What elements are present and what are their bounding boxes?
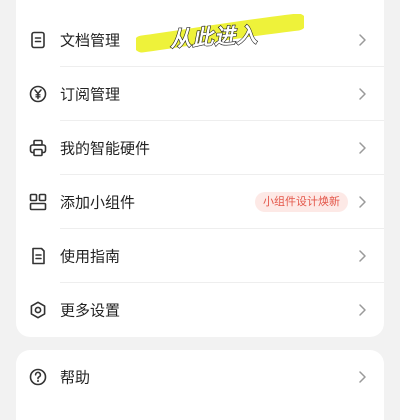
widget-redesign-badge: 小组件设计焕新: [255, 192, 348, 212]
printer-icon: [28, 138, 48, 158]
help-card: 帮助: [16, 350, 384, 420]
yen-circle-icon: [28, 84, 48, 104]
chevron-right-icon: [356, 141, 368, 155]
menu-item-label: 帮助: [60, 368, 91, 387]
chevron-right-icon: [356, 195, 368, 209]
menu-item-label: 订阅管理: [60, 85, 121, 104]
menu-item-smart-hardware[interactable]: 我的智能硬件: [16, 121, 384, 175]
chevron-right-icon: [356, 33, 368, 47]
chevron-right-icon: [356, 249, 368, 263]
widgets-grid-icon: [28, 192, 48, 212]
guide-book-icon: [28, 246, 48, 266]
chevron-right-icon: [356, 87, 368, 101]
menu-item-add-widget[interactable]: 添加小组件 小组件设计焕新: [16, 175, 384, 229]
chevron-right-icon: [356, 370, 368, 384]
menu-item-label: 我的智能硬件: [60, 139, 151, 158]
menu-item-more-settings[interactable]: 更多设置: [16, 283, 384, 337]
menu-item-user-guide[interactable]: 使用指南: [16, 229, 384, 283]
question-circle-icon: [28, 367, 48, 387]
enter-here-annotation: 从此进入: [169, 22, 259, 52]
menu-item-label: 更多设置: [60, 301, 121, 320]
menu-item-label: 添加小组件: [60, 193, 136, 212]
menu-item-subscription-management[interactable]: 订阅管理: [16, 67, 384, 121]
menu-item-label: 使用指南: [60, 247, 121, 266]
settings-gear-icon: [28, 300, 48, 320]
document-icon: [28, 30, 48, 50]
chevron-right-icon: [356, 303, 368, 317]
menu-item-help[interactable]: 帮助: [16, 350, 384, 404]
menu-item-label: 文档管理: [60, 31, 121, 50]
